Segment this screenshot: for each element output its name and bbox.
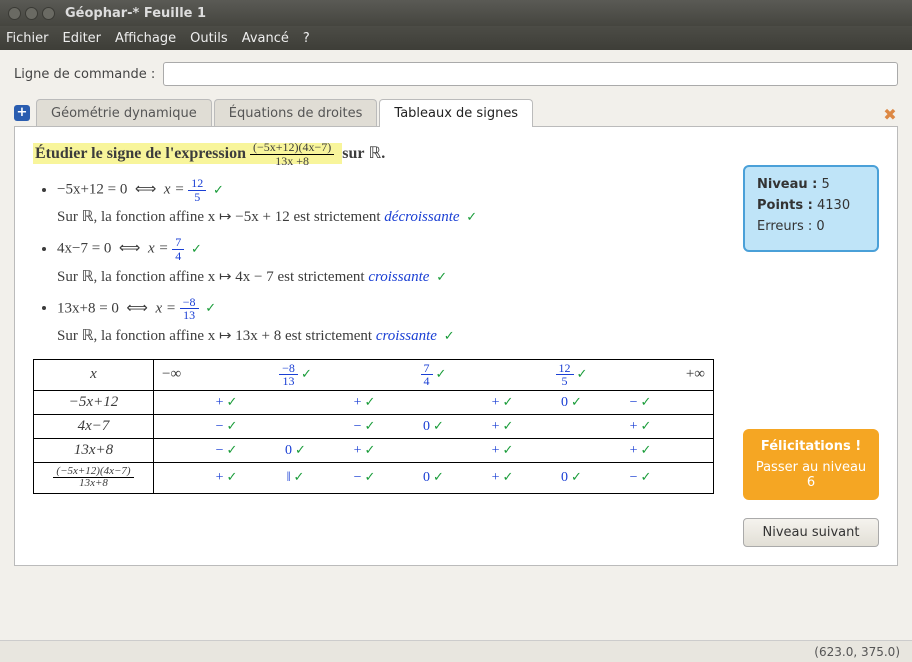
errors-label: Erreurs : [757, 219, 812, 234]
statusbar: (623.0, 375.0) [0, 640, 912, 662]
menu-edit[interactable]: Editer [63, 31, 102, 46]
window-title: Géophar-* Feuille 1 [65, 6, 206, 21]
problem-prefix: Étudier le signe de l'expression [35, 145, 246, 162]
command-row: Ligne de commande : [14, 62, 898, 86]
step-2-solution: 74 [172, 236, 184, 262]
step-3: 13x+8 = 0 ⟺ x = −813 ✓ Sur ℝ, la fonctio… [57, 296, 719, 345]
step-2-adj: croissante [368, 269, 429, 285]
score-box: Niveau : 5 Points : 4130 Erreurs : 0 [743, 165, 879, 252]
congrats-title: Félicitations ! [755, 439, 867, 454]
step-1-solution: 125 [188, 177, 206, 203]
menu-file[interactable]: Fichier [6, 31, 49, 46]
minimize-window-icon[interactable] [25, 7, 38, 20]
add-tab-icon[interactable]: + [14, 105, 30, 121]
errors-value: 0 [816, 219, 824, 234]
menu-advanced[interactable]: Avancé [242, 31, 289, 46]
step-1-adj: décroissante [384, 209, 459, 225]
menu-tools[interactable]: Outils [190, 31, 228, 46]
side-panel: Niveau : 5 Points : 4130 Erreurs : 0 Fél… [743, 141, 879, 547]
check-icon: ✓ [191, 241, 202, 256]
row-4-label: (−5x+12)(4x−7)13x+8 [34, 462, 154, 493]
step-1: −5x+12 = 0 ⟺ x = 125 ✓ Sur ℝ, la fonctio… [57, 177, 719, 226]
titlebar: Géophar-* Feuille 1 [0, 0, 912, 26]
step-3-adj: croissante [376, 328, 437, 344]
check-icon: ✓ [436, 269, 447, 284]
exercise-area: Étudier le signe de l'expression (−5x+12… [33, 141, 719, 547]
menu-help[interactable]: ? [303, 31, 310, 46]
steps-list: −5x+12 = 0 ⟺ x = 125 ✓ Sur ℝ, la fonctio… [33, 177, 719, 345]
congrats-box: Félicitations ! Passer au niveau 6 [743, 429, 879, 500]
problem-expression: (−5x+12)(4x−7) 13x +8 [250, 141, 334, 167]
step-3-solution: −813 [180, 296, 199, 322]
maximize-window-icon[interactable] [42, 7, 55, 20]
menu-view[interactable]: Affichage [115, 31, 176, 46]
row-2-label: 4x−7 [34, 414, 154, 438]
next-level-button[interactable]: Niveau suivant [743, 518, 879, 547]
tabs-row: + Géométrie dynamique Équations de droit… [14, 96, 898, 126]
congrats-text: Passer au niveau 6 [755, 460, 867, 490]
check-icon: ✓ [466, 209, 477, 224]
row-3-label: 13x+8 [34, 438, 154, 462]
points-value: 4130 [817, 198, 850, 213]
table-header-row: −∞ −813✓ 74✓ 125✓ +∞ [154, 359, 714, 390]
content-area: Ligne de commande : + Géométrie dynamiqu… [0, 50, 912, 640]
step-2: 4x−7 = 0 ⟺ x = 74 ✓ Sur ℝ, la fonction a… [57, 236, 719, 285]
close-tab-icon[interactable]: ✖ [882, 105, 898, 121]
check-icon: ✓ [213, 182, 224, 197]
close-window-icon[interactable] [8, 7, 21, 20]
tab-equations[interactable]: Équations de droites [214, 99, 378, 127]
sign-table: x −∞ −813✓ 74✓ 125✓ +∞ [33, 359, 714, 494]
problem-sur: sur [342, 145, 364, 162]
main-panel: Étudier le signe de l'expression (−5x+12… [14, 126, 898, 566]
menubar: Fichier Editer Affichage Outils Avancé ? [0, 26, 912, 50]
check-icon: ✓ [444, 328, 455, 343]
cursor-coords: (623.0, 375.0) [814, 645, 900, 659]
command-label: Ligne de commande : [14, 67, 155, 82]
row-1-label: −5x+12 [34, 390, 154, 414]
check-icon: ✓ [205, 300, 216, 315]
tab-geometry[interactable]: Géométrie dynamique [36, 99, 212, 127]
table-var: x [34, 359, 154, 390]
command-input[interactable] [163, 62, 898, 86]
problem-set: ℝ [369, 145, 382, 162]
level-label: Niveau : [757, 177, 817, 192]
level-value: 5 [822, 177, 830, 192]
tab-sign-tables[interactable]: Tableaux de signes [379, 99, 533, 127]
window-controls [8, 7, 55, 20]
problem-statement: Étudier le signe de l'expression (−5x+12… [33, 141, 719, 167]
points-label: Points : [757, 198, 813, 213]
